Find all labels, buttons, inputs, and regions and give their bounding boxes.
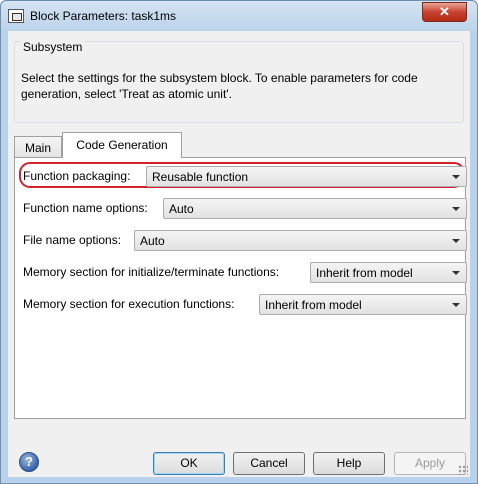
block-parameters-app-icon bbox=[8, 9, 24, 23]
memory-exec-select[interactable]: Inherit from model bbox=[259, 294, 467, 315]
memory-init-value: Inherit from model bbox=[316, 266, 413, 280]
group-description: Select the settings for the subsystem bl… bbox=[21, 71, 418, 101]
memory-exec-label: Memory section for execution functions: bbox=[23, 297, 235, 311]
function-packaging-select[interactable]: Reusable function bbox=[146, 166, 467, 187]
function-name-options-select[interactable]: Auto bbox=[163, 198, 467, 219]
group-title: Subsystem bbox=[21, 40, 85, 54]
help-question-icon[interactable]: ? bbox=[19, 452, 39, 472]
subsystem-group: Subsystem Select the settings for the su… bbox=[14, 40, 464, 123]
chevron-down-icon bbox=[452, 239, 460, 243]
memory-init-select[interactable]: Inherit from model bbox=[310, 262, 467, 283]
memory-init-row: Memory section for initialize/terminate … bbox=[23, 262, 467, 283]
file-name-options-select[interactable]: Auto bbox=[134, 230, 467, 251]
memory-exec-value: Inherit from model bbox=[265, 298, 362, 312]
function-name-options-value: Auto bbox=[169, 202, 194, 216]
chevron-down-icon bbox=[452, 175, 460, 179]
file-name-options-row: File name options: Auto bbox=[23, 230, 467, 251]
tab-main[interactable]: Main bbox=[14, 136, 62, 157]
function-packaging-label: Function packaging: bbox=[23, 169, 131, 183]
code-generation-panel: Function packaging: Reusable function Fu… bbox=[14, 157, 467, 419]
function-packaging-row: Function packaging: Reusable function bbox=[23, 166, 467, 187]
tab-code-generation[interactable]: Code Generation bbox=[62, 132, 182, 158]
close-button[interactable]: ✕ bbox=[422, 2, 467, 22]
tab-code-generation-label: Code Generation bbox=[76, 138, 168, 152]
title-bar: Block Parameters: task1ms ✕ bbox=[1, 1, 477, 31]
ok-button[interactable]: OK bbox=[153, 452, 225, 475]
window-title: Block Parameters: task1ms bbox=[30, 9, 177, 23]
memory-init-label: Memory section for initialize/terminate … bbox=[23, 265, 280, 279]
chevron-down-icon bbox=[452, 303, 460, 307]
function-packaging-value: Reusable function bbox=[152, 170, 249, 184]
file-name-options-label: File name options: bbox=[23, 233, 122, 247]
cancel-button[interactable]: Cancel bbox=[233, 452, 305, 475]
chevron-down-icon bbox=[452, 271, 460, 275]
apply-button[interactable]: Apply bbox=[394, 452, 466, 475]
file-name-options-value: Auto bbox=[140, 234, 165, 248]
chevron-down-icon bbox=[452, 207, 460, 211]
function-name-options-row: Function name options: Auto bbox=[23, 198, 467, 219]
dialog-client-area: Subsystem Select the settings for the su… bbox=[8, 31, 470, 477]
function-name-options-label: Function name options: bbox=[23, 201, 148, 215]
memory-exec-row: Memory section for execution functions: … bbox=[23, 294, 467, 315]
tab-main-label: Main bbox=[24, 141, 51, 155]
dialog-window: Block Parameters: task1ms ✕ Subsystem Se… bbox=[0, 0, 478, 484]
help-button[interactable]: Help bbox=[313, 452, 385, 475]
resize-grip[interactable] bbox=[458, 465, 468, 475]
